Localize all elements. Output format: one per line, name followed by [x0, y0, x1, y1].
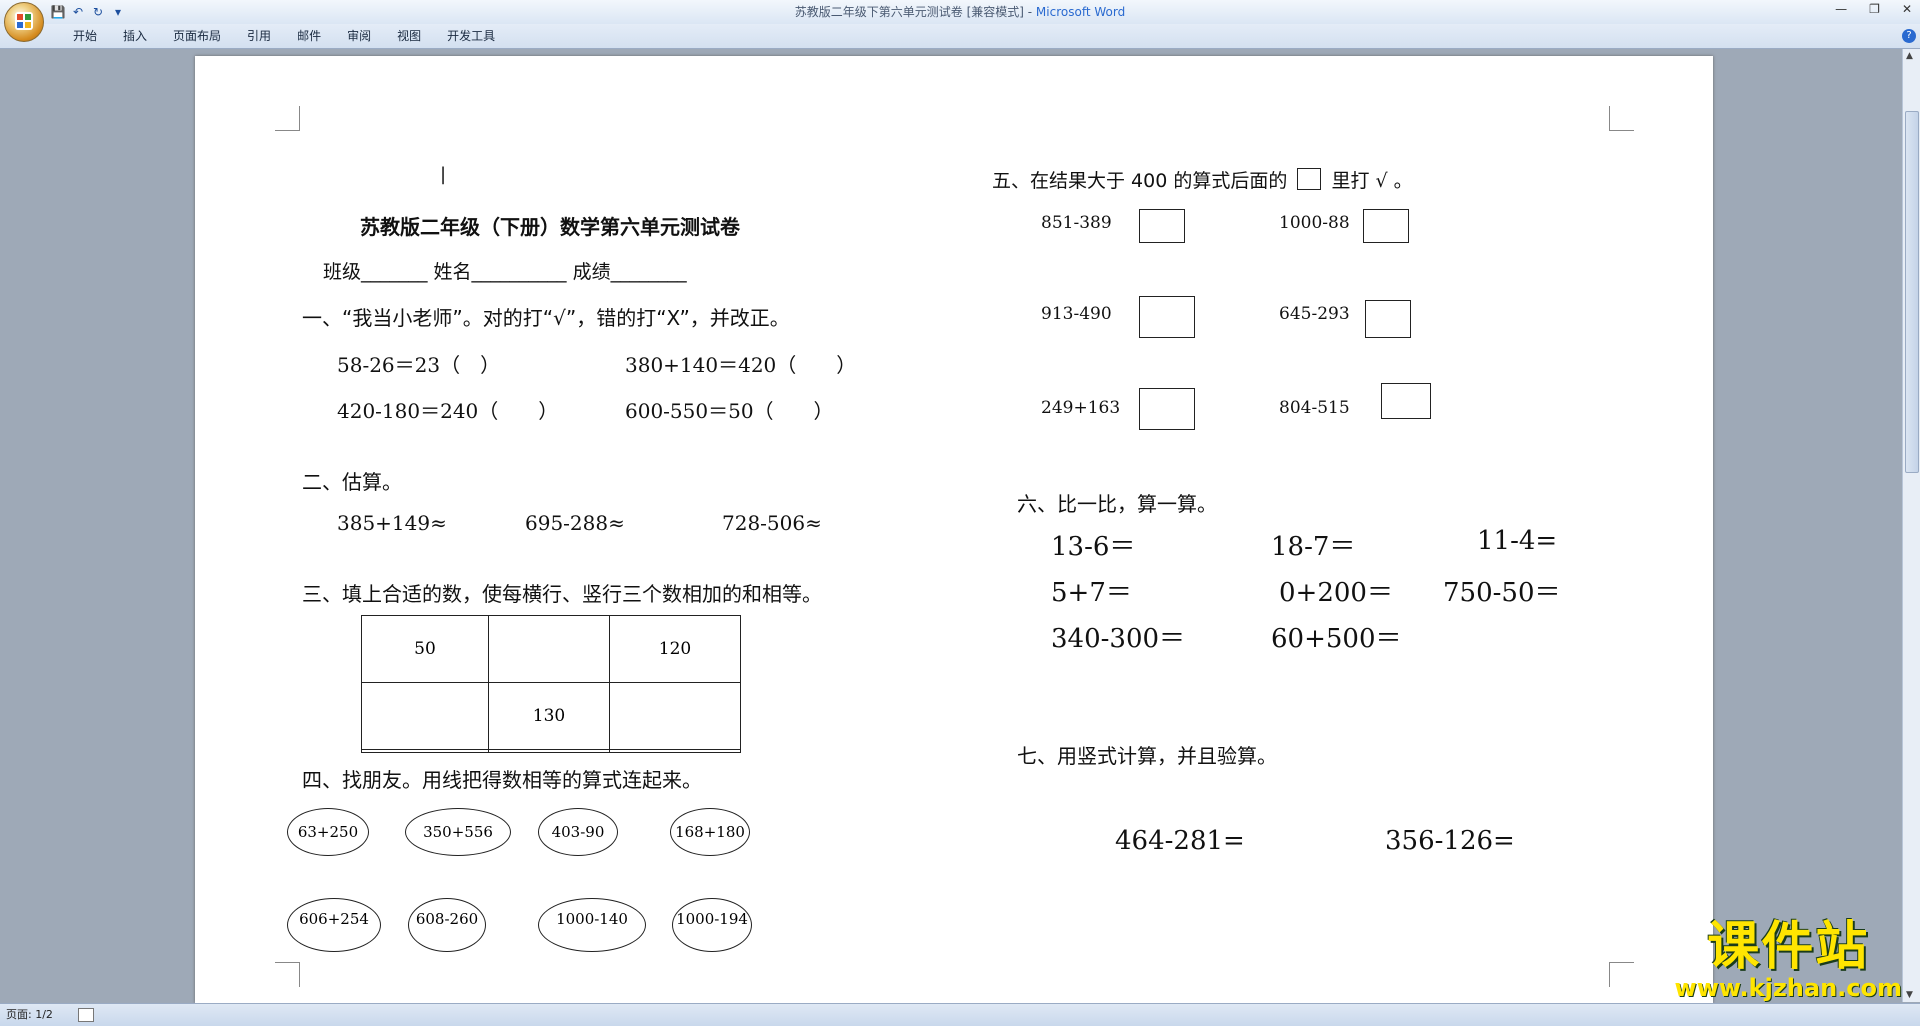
expression-oval[interactable]: 63+250	[287, 808, 369, 856]
minimize-button[interactable]: —	[1835, 2, 1847, 16]
s1-item: 420-180＝240（ ）	[337, 399, 559, 423]
tab-review[interactable]: 审阅	[334, 24, 384, 48]
page-count[interactable]: 页面: 1/2	[6, 1004, 53, 1026]
grid-cell[interactable]	[488, 748, 610, 754]
margin-corner-tl	[275, 106, 300, 131]
s7-item: 356-126=	[1385, 826, 1515, 856]
s2-item: 385+149≈	[337, 511, 447, 535]
s5-item: 249+163	[1041, 398, 1121, 418]
scroll-thumb[interactable]	[1905, 111, 1919, 473]
ribbon-tabs: 开始 插入 页面布局 引用 邮件 审阅 视图 开发工具	[60, 24, 508, 48]
maximize-button[interactable]: ❐	[1869, 2, 1880, 16]
s6-item: 13-6＝	[1051, 532, 1136, 562]
magic-square-grid: 50 120 130	[361, 615, 741, 754]
section-5-heading: 五、在结果大于 400 的算式后面的 里打 √ 。	[992, 166, 1413, 193]
office-logo-icon	[15, 12, 33, 30]
expression-oval[interactable]: 606+254	[287, 898, 381, 952]
tab-page-layout[interactable]: 页面布局	[160, 24, 234, 48]
answer-box[interactable]	[1365, 300, 1411, 338]
vertical-scrollbar[interactable]: ▲ ▼	[1902, 49, 1920, 1002]
s5-heading-text: 里打 √ 。	[1331, 170, 1413, 192]
section-4-heading: 四、找朋友。用线把得数相等的算式连起来。	[302, 768, 702, 792]
customize-qat-icon[interactable]: ▾	[110, 4, 126, 20]
section-1-heading: 一、“我当小老师”。对的打“√”，错的打“X”，并改正。	[302, 306, 790, 330]
scroll-up-icon[interactable]: ▲	[1906, 51, 1913, 61]
s6-item: 0+200＝	[1279, 578, 1393, 608]
s5-item: 851-389	[1041, 213, 1112, 233]
answer-box[interactable]	[1139, 388, 1195, 430]
expression-oval[interactable]: 168+180	[670, 808, 750, 856]
watermark-text: 课件站	[1707, 917, 1870, 977]
s5-heading-text: 五、在结果大于 400 的算式后面的	[992, 170, 1288, 192]
expression-oval[interactable]: 1000-194	[672, 898, 752, 952]
s6-item: 750-50＝	[1443, 578, 1561, 608]
help-icon[interactable]: ?	[1902, 29, 1916, 43]
s6-item: 18-7＝	[1271, 532, 1356, 562]
page-title: 苏教版二年级（下册）数学第六单元测试卷	[360, 215, 740, 239]
grid-cell[interactable]: 130	[488, 681, 610, 750]
expression-oval[interactable]: 1000-140	[538, 898, 646, 952]
s6-item: 11-4=	[1477, 526, 1558, 556]
window-title: 苏教版二年级下第六单元测试卷 [兼容模式] - Microsoft Word	[794, 5, 1126, 19]
grid-cell[interactable]: 120	[609, 615, 741, 683]
s2-item: 695-288≈	[525, 511, 625, 535]
margin-corner-tr	[1609, 106, 1634, 131]
s6-item: 340-300＝	[1051, 624, 1186, 654]
margin-corner-br	[1609, 962, 1634, 987]
undo-icon[interactable]: ↶	[70, 4, 86, 20]
checkbox-symbol	[1297, 168, 1322, 190]
grid-cell[interactable]	[361, 748, 489, 754]
section-2-heading: 二、估算。	[302, 470, 402, 494]
answer-box[interactable]	[1139, 296, 1195, 338]
s5-item: 913-490	[1041, 304, 1112, 324]
s7-item: 464-281=	[1115, 826, 1245, 856]
tab-mailings[interactable]: 邮件	[284, 24, 334, 48]
s1-item: 380+140＝420（ ）	[625, 353, 857, 377]
s5-item: 804-515	[1279, 398, 1350, 418]
s1-item: 600-550＝50（ ）	[625, 399, 834, 423]
quick-access-toolbar: 💾 ↶ ↻ ▾	[50, 4, 126, 20]
tab-references[interactable]: 引用	[234, 24, 284, 48]
proofing-icon[interactable]	[78, 1008, 94, 1022]
answer-box[interactable]	[1363, 209, 1409, 243]
s2-item: 728-506≈	[722, 511, 822, 535]
s5-item: 1000-88	[1279, 213, 1350, 233]
tab-developer[interactable]: 开发工具	[434, 24, 508, 48]
section-6-heading: 六、比一比，算一算。	[1017, 492, 1217, 516]
text-cursor: |	[440, 164, 447, 185]
office-button[interactable]	[4, 2, 44, 42]
section-7-heading: 七、用竖式计算，并且验算。	[1017, 744, 1277, 768]
grid-cell[interactable]	[488, 615, 610, 683]
tab-view[interactable]: 视图	[384, 24, 434, 48]
grid-cell[interactable]: 50	[361, 615, 489, 683]
margin-corner-bl	[275, 962, 300, 987]
save-icon[interactable]: 💾	[50, 4, 66, 20]
scroll-down-icon[interactable]: ▼	[1906, 990, 1913, 1000]
window-controls: — ❐ ✕	[1835, 2, 1912, 16]
expression-oval[interactable]: 403-90	[538, 808, 618, 856]
s6-item: 60+500＝	[1271, 624, 1402, 654]
s1-item: 58-26＝23（ ）	[337, 353, 501, 377]
section-3-heading: 三、填上合适的数，使每横行、竖行三个数相加的和相等。	[302, 582, 822, 606]
status-bar: 页面: 1/2	[0, 1003, 1920, 1026]
grid-cell[interactable]	[609, 748, 741, 754]
watermark-logo: 课件站 www.kjzhan.com	[1675, 919, 1902, 1001]
close-button[interactable]: ✕	[1902, 2, 1912, 16]
s6-item: 5+7＝	[1051, 578, 1132, 608]
answer-box[interactable]	[1139, 209, 1185, 243]
redo-icon[interactable]: ↻	[90, 4, 106, 20]
document-page[interactable]: | 苏教版二年级（下册）数学第六单元测试卷 班级_______ 姓名______…	[195, 56, 1713, 1003]
watermark-url: www.kjzhan.com	[1674, 974, 1902, 1002]
answer-box[interactable]	[1381, 383, 1431, 419]
s5-item: 645-293	[1279, 304, 1350, 324]
grid-cell[interactable]	[609, 681, 741, 750]
tab-home[interactable]: 开始	[60, 24, 110, 48]
header-fields: 班级_______ 姓名__________ 成绩________	[323, 261, 687, 283]
tab-insert[interactable]: 插入	[110, 24, 160, 48]
grid-cell[interactable]	[361, 681, 489, 750]
expression-oval[interactable]: 350+556	[405, 808, 511, 856]
expression-oval[interactable]: 608-260	[408, 898, 486, 952]
